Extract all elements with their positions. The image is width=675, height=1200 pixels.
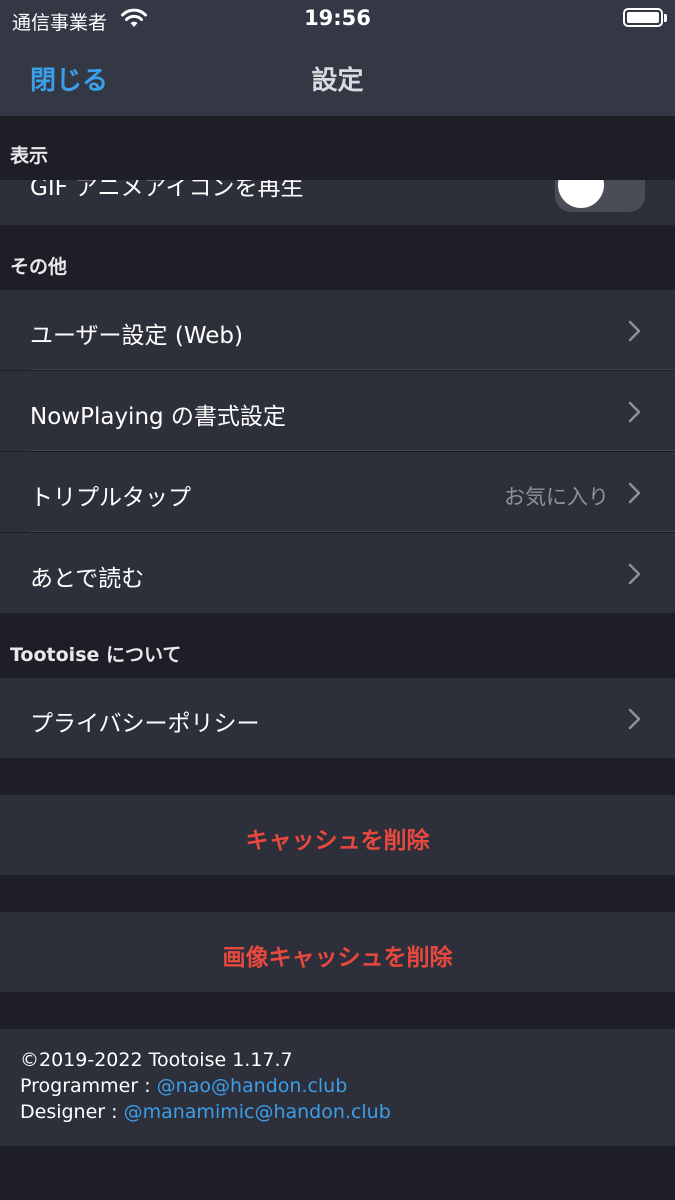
copyright-text: ©2019-2022 Tootoise 1.17.7 [20, 1049, 293, 1071]
triple-tap-row[interactable]: トリプルタップ お気に入り [0, 452, 675, 532]
clear-image-cache-button[interactable]: 画像キャッシュを削除 [0, 912, 675, 992]
designer-label: Designer : [20, 1101, 124, 1123]
read-later-row[interactable]: あとで読む [0, 533, 675, 613]
row-separator [30, 449, 675, 451]
clear-cache-button[interactable]: キャッシュを削除 [0, 795, 675, 875]
battery-icon [623, 8, 663, 27]
designer-link[interactable]: @manamimic@handon.club [124, 1101, 391, 1123]
triple-tap-label: トリプルタップ [30, 485, 191, 511]
status-bar: 通信事業者 19:56 [0, 0, 675, 38]
section-header-about: Tootoise について [10, 644, 182, 666]
chevron-right-icon [628, 482, 641, 504]
read-later-label: あとで読む [30, 566, 145, 592]
clear-image-cache-label: 画像キャッシュを削除 [222, 945, 453, 971]
page-title: 設定 [311, 66, 364, 96]
row-separator [30, 368, 675, 370]
toggle-knob [558, 180, 604, 208]
privacy-policy-row[interactable]: プライバシーポリシー [0, 678, 675, 758]
row-separator [30, 530, 675, 532]
programmer-link[interactable]: @nao@handon.club [157, 1075, 348, 1097]
status-time: 19:56 [304, 6, 371, 30]
programmer-label: Programmer : [20, 1075, 157, 1097]
user-settings-web-label: ユーザー設定 (Web) [30, 323, 243, 349]
section-header-other: その他 [10, 256, 68, 278]
nowplaying-format-label: NowPlaying の書式設定 [30, 404, 286, 430]
chevron-right-icon [628, 320, 641, 342]
nowplaying-format-row[interactable]: NowPlaying の書式設定 [0, 371, 675, 451]
gif-animation-toggle[interactable] [555, 180, 645, 212]
designer-credit: Designer : @manamimic@handon.club [20, 1101, 391, 1123]
triple-tap-value: お気に入り [504, 485, 609, 509]
chevron-right-icon [628, 401, 641, 423]
battery-nub [664, 14, 667, 22]
clear-cache-label: キャッシュを削除 [245, 828, 430, 854]
user-settings-web-row[interactable]: ユーザー設定 (Web) [0, 290, 675, 370]
navigation-bar: 閉じる 設定 [0, 38, 675, 116]
chevron-right-icon [628, 708, 641, 730]
gif-animation-row[interactable]: GIF アニメアイコンを再生 [0, 180, 675, 225]
credits-footer: ©2019-2022 Tootoise 1.17.7 Programmer : … [0, 1029, 675, 1146]
programmer-credit: Programmer : @nao@handon.club [20, 1075, 347, 1097]
privacy-policy-label: プライバシーポリシー [30, 711, 260, 737]
gif-animation-label: GIF アニメアイコンを再生 [30, 180, 304, 201]
chevron-right-icon [628, 563, 641, 585]
section-header-display: 表示 [10, 145, 49, 167]
